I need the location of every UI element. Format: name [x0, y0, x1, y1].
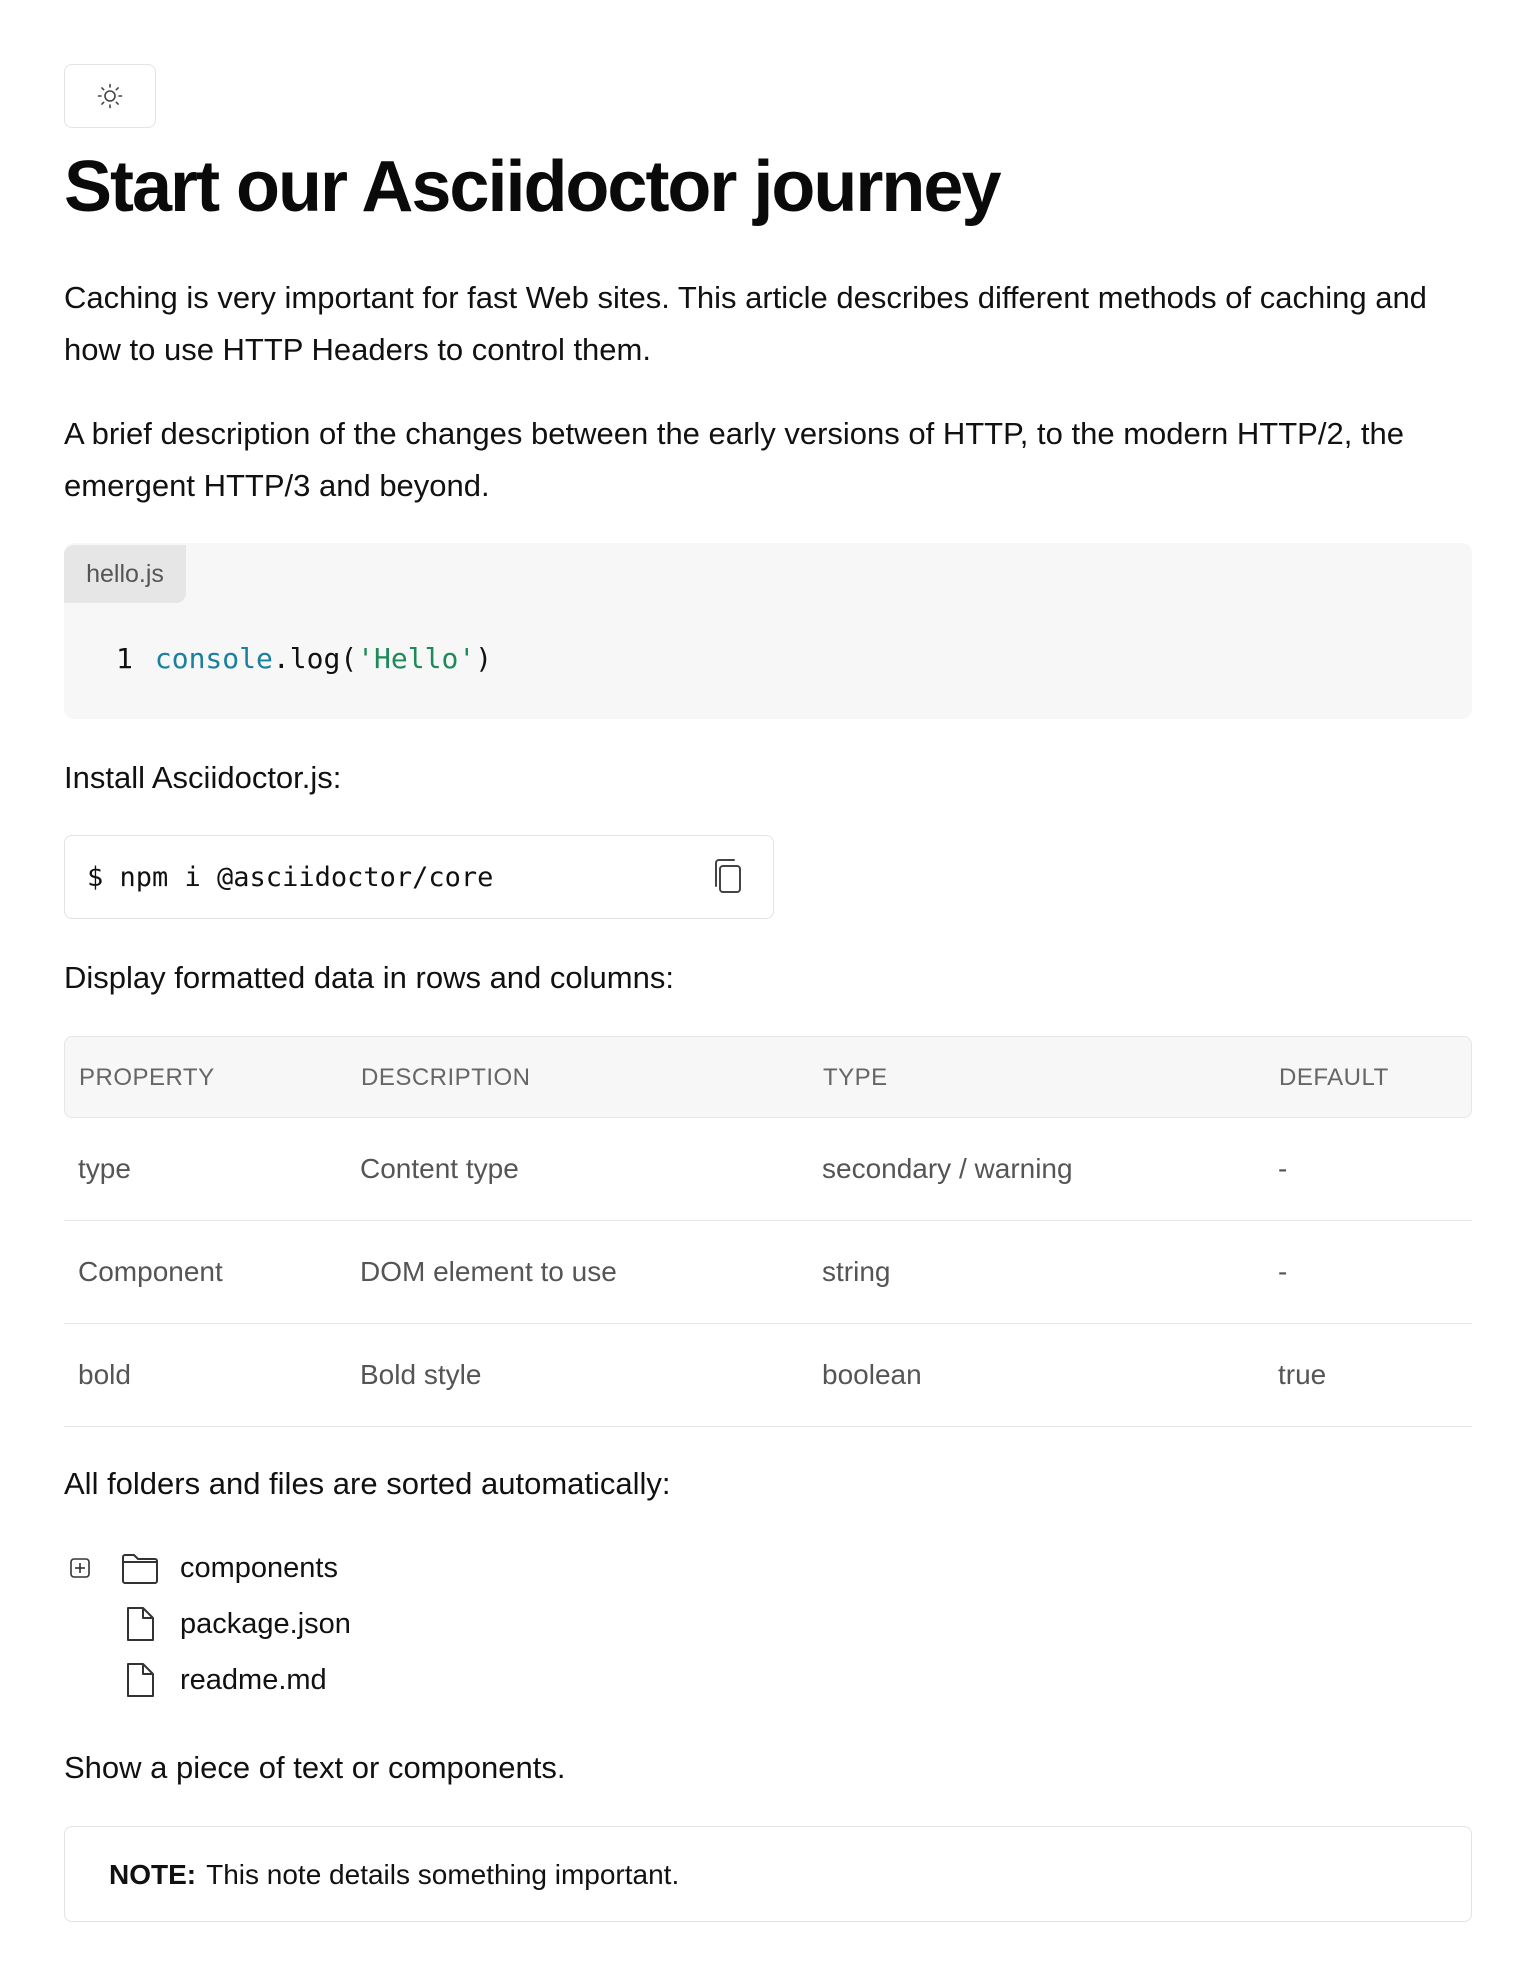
code-token-object: console	[154, 642, 273, 675]
code-token-string: 'Hello'	[357, 642, 476, 675]
install-label: Install Asciidoctor.js:	[64, 760, 342, 795]
command-text[interactable]: $ npm i @asciidoctor/core	[87, 858, 493, 898]
table-row: Component DOM element to use string -	[64, 1221, 1472, 1324]
cell-property: type	[78, 1153, 131, 1184]
copy-button[interactable]	[709, 856, 749, 900]
copy-icon	[709, 859, 749, 904]
cell-type: boolean	[822, 1359, 922, 1390]
note-text: This note details something important.	[206, 1859, 680, 1890]
tree-item-components[interactable]: components	[64, 1540, 664, 1596]
cell-default: -	[1278, 1256, 1288, 1287]
page-title: Start our Asciidoctor journey	[64, 147, 1001, 227]
column-header-property: PROPERTY	[79, 1064, 215, 1091]
cell-default: -	[1278, 1153, 1288, 1184]
command-box: $ npm i @asciidoctor/core	[64, 835, 774, 919]
note-callout: NOTE: This note details something importa…	[64, 1826, 1472, 1922]
file-icon	[120, 1660, 160, 1700]
intro-paragraph: Caching is very important for fast Web s…	[64, 280, 1427, 367]
cell-type: secondary / warning	[822, 1153, 1073, 1184]
files-label: All folders and files are sorted automat…	[64, 1466, 671, 1501]
theme-toggle-button[interactable]	[64, 64, 156, 128]
table-header: PROPERTY DESCRIPTION TYPE DEFAULT	[64, 1036, 1472, 1118]
cell-type: string	[822, 1256, 891, 1287]
code-block: hello.js 1 console.log('Hello')	[64, 543, 1472, 719]
file-tree: components package.json readme.md	[64, 1540, 664, 1708]
cell-property: bold	[78, 1359, 131, 1390]
cell-description: DOM element to use	[360, 1256, 617, 1287]
cell-default: true	[1278, 1359, 1327, 1390]
cell-description: Content type	[360, 1153, 519, 1184]
tree-item-label: readme.md	[180, 1664, 327, 1696]
table-row: bold Bold style boolean true	[64, 1324, 1472, 1427]
folder-icon	[120, 1548, 160, 1588]
code-line: 1 console.log('Hello')	[116, 639, 492, 679]
line-number: 1	[116, 642, 133, 675]
tree-item-label: components	[180, 1552, 338, 1584]
cell-description: Bold style	[360, 1359, 482, 1390]
code-token-close: )	[475, 642, 493, 675]
properties-table: PROPERTY DESCRIPTION TYPE DEFAULT type C…	[64, 1036, 1472, 1427]
table-row: type Content type secondary / warning -	[64, 1118, 1472, 1221]
sun-icon	[97, 83, 123, 109]
code-filename-tab: hello.js	[64, 545, 186, 603]
table-label: Display formatted data in rows and colum…	[64, 960, 674, 995]
column-header-default: DEFAULT	[1279, 1064, 1389, 1091]
tree-item-readme[interactable]: readme.md	[64, 1652, 664, 1708]
http-description-paragraph: A brief description of the changes betwe…	[64, 416, 1405, 503]
tree-item-package-json[interactable]: package.json	[64, 1596, 664, 1652]
column-header-description: DESCRIPTION	[361, 1064, 531, 1091]
tree-item-label: package.json	[180, 1608, 351, 1640]
file-icon	[120, 1604, 160, 1644]
code-token-method: .log(	[272, 642, 358, 675]
expand-icon[interactable]	[70, 1558, 90, 1578]
cell-property: Component	[78, 1256, 223, 1287]
note-label: NOTE:	[109, 1859, 197, 1890]
show-label: Show a piece of text or components.	[64, 1750, 566, 1785]
note-content: NOTE: This note details something importa…	[109, 1827, 679, 1923]
column-header-type: TYPE	[823, 1064, 888, 1091]
